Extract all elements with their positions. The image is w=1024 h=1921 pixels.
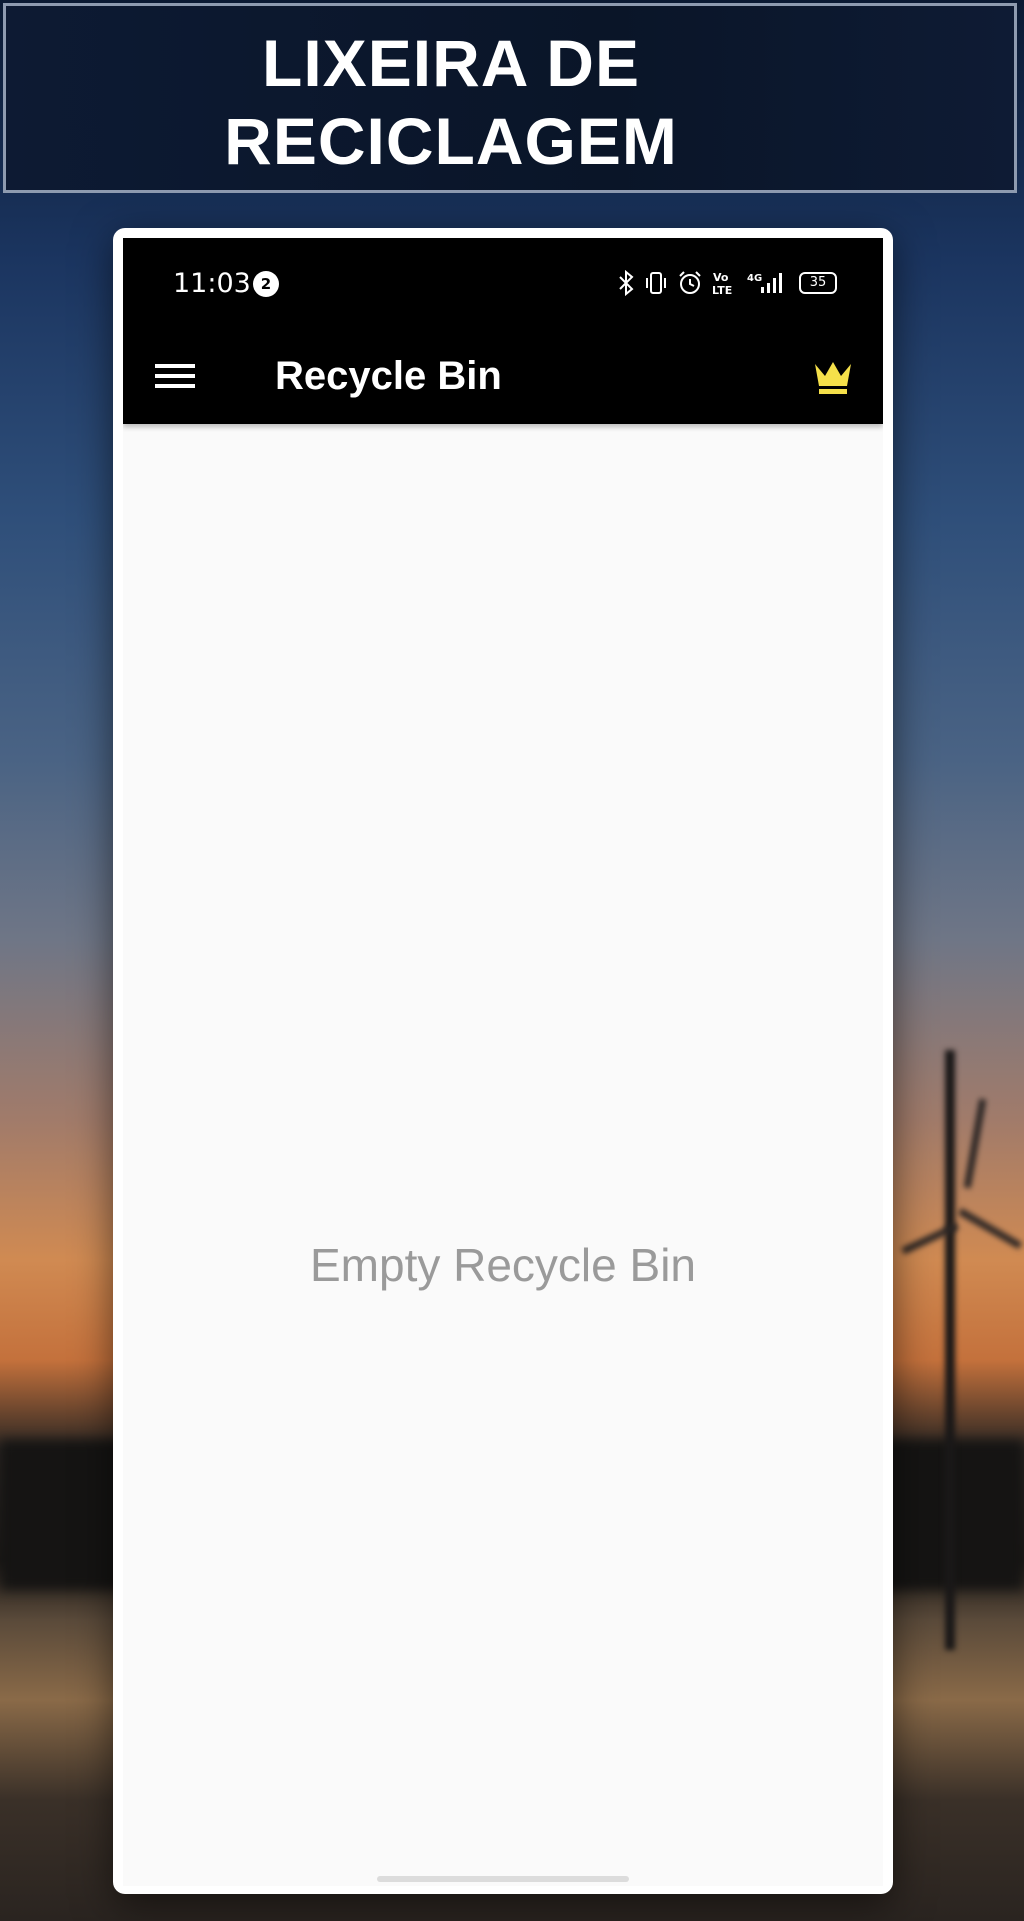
volte-icon: Vo LTE bbox=[711, 269, 737, 297]
status-icons: Vo LTE 4G 35 bbox=[617, 268, 837, 298]
menu-button[interactable] bbox=[153, 354, 197, 398]
phone-frame: 11:03 2 Vo LTE 4G 35 Recycle Bin Empty R… bbox=[113, 228, 893, 1894]
app-bar: Recycle Bin bbox=[123, 328, 883, 424]
premium-button[interactable] bbox=[811, 354, 855, 398]
vibrate-icon bbox=[643, 270, 669, 296]
status-time: 11:03 bbox=[173, 268, 251, 299]
svg-text:Vo: Vo bbox=[713, 271, 729, 284]
svg-text:LTE: LTE bbox=[712, 284, 732, 297]
empty-state-message: Empty Recycle Bin bbox=[309, 1239, 696, 1291]
signal-4g-icon: 4G bbox=[745, 270, 785, 296]
status-bar: 11:03 2 Vo LTE 4G 35 bbox=[123, 238, 883, 328]
app-title: Recycle Bin bbox=[275, 354, 502, 398]
alarm-icon bbox=[677, 270, 703, 296]
banner-title: LIXEIRA DE RECICLAGEM bbox=[224, 26, 678, 178]
battery-icon: 35 bbox=[799, 272, 837, 294]
hamburger-menu-icon bbox=[155, 364, 195, 388]
home-indicator[interactable] bbox=[377, 1876, 629, 1882]
phone-screen: 11:03 2 Vo LTE 4G 35 Recycle Bin Empty R… bbox=[123, 238, 883, 1886]
bluetooth-icon bbox=[617, 270, 635, 296]
promo-banner: LIXEIRA DE RECICLAGEM bbox=[3, 3, 1017, 193]
wind-turbine-tower bbox=[945, 1050, 955, 1650]
crown-icon bbox=[815, 362, 851, 394]
notification-count-badge: 2 bbox=[253, 271, 279, 297]
svg-text:4G: 4G bbox=[747, 273, 762, 284]
